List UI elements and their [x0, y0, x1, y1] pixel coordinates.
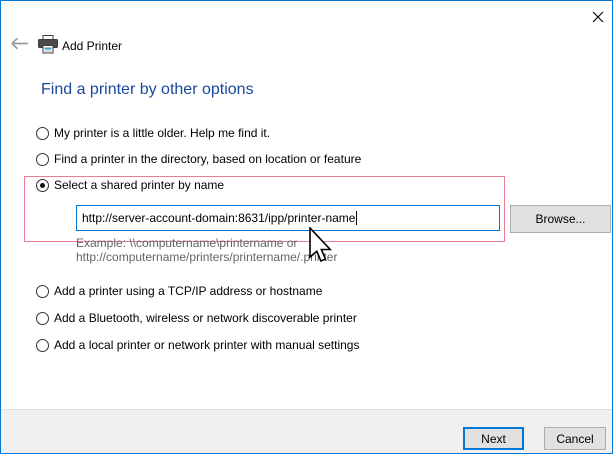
close-button[interactable] [587, 7, 609, 29]
option-find-in-directory[interactable]: Find a printer in the directory, based o… [36, 151, 361, 167]
radio-find-in-directory[interactable] [36, 153, 49, 166]
add-printer-window: Add Printer Find a printer by other opti… [0, 0, 613, 454]
option-bluetooth[interactable]: Add a Bluetooth, wireless or network dis… [36, 310, 357, 326]
option-local-manual[interactable]: Add a local printer or network printer w… [36, 337, 359, 353]
radio-shared-printer[interactable] [36, 179, 49, 192]
radio-older-printer[interactable] [36, 127, 49, 140]
cancel-button[interactable]: Cancel [544, 427, 606, 450]
option-label: My printer is a little older. Help me fi… [54, 126, 270, 140]
option-label: Add a local printer or network printer w… [54, 338, 359, 352]
radio-tcpip[interactable] [36, 285, 49, 298]
example-line-1: Example: \\computername\printername or [76, 237, 436, 251]
printer-name-input[interactable]: http://server-account-domain:8631/ipp/pr… [76, 205, 500, 231]
option-older-printer[interactable]: My printer is a little older. Help me fi… [36, 125, 270, 141]
option-label: Select a shared printer by name [54, 178, 224, 192]
close-icon [592, 11, 604, 26]
footer-bar: Next Cancel [1, 409, 612, 454]
option-label: Add a Bluetooth, wireless or network dis… [54, 311, 357, 325]
back-button[interactable] [9, 37, 29, 53]
radio-local-manual[interactable] [36, 339, 49, 352]
back-arrow-icon [10, 37, 29, 53]
dialog-title: Add Printer [62, 39, 122, 53]
option-shared-printer[interactable]: Select a shared printer by name [36, 177, 224, 193]
option-label: Add a printer using a TCP/IP address or … [54, 284, 322, 298]
option-tcpip[interactable]: Add a printer using a TCP/IP address or … [36, 283, 322, 299]
text-caret [356, 211, 357, 225]
page-title: Find a printer by other options [41, 81, 254, 99]
option-label: Find a printer in the directory, based o… [54, 152, 361, 166]
example-text: Example: \\computername\printername or h… [76, 237, 436, 264]
radio-bluetooth[interactable] [36, 312, 49, 325]
printer-name-input-value: http://server-account-domain:8631/ipp/pr… [82, 211, 355, 225]
next-button[interactable]: Next [463, 427, 524, 450]
example-line-2: http://computername/printers/printername… [76, 251, 436, 265]
printer-icon [38, 35, 58, 54]
browse-button[interactable]: Browse... [510, 205, 611, 233]
